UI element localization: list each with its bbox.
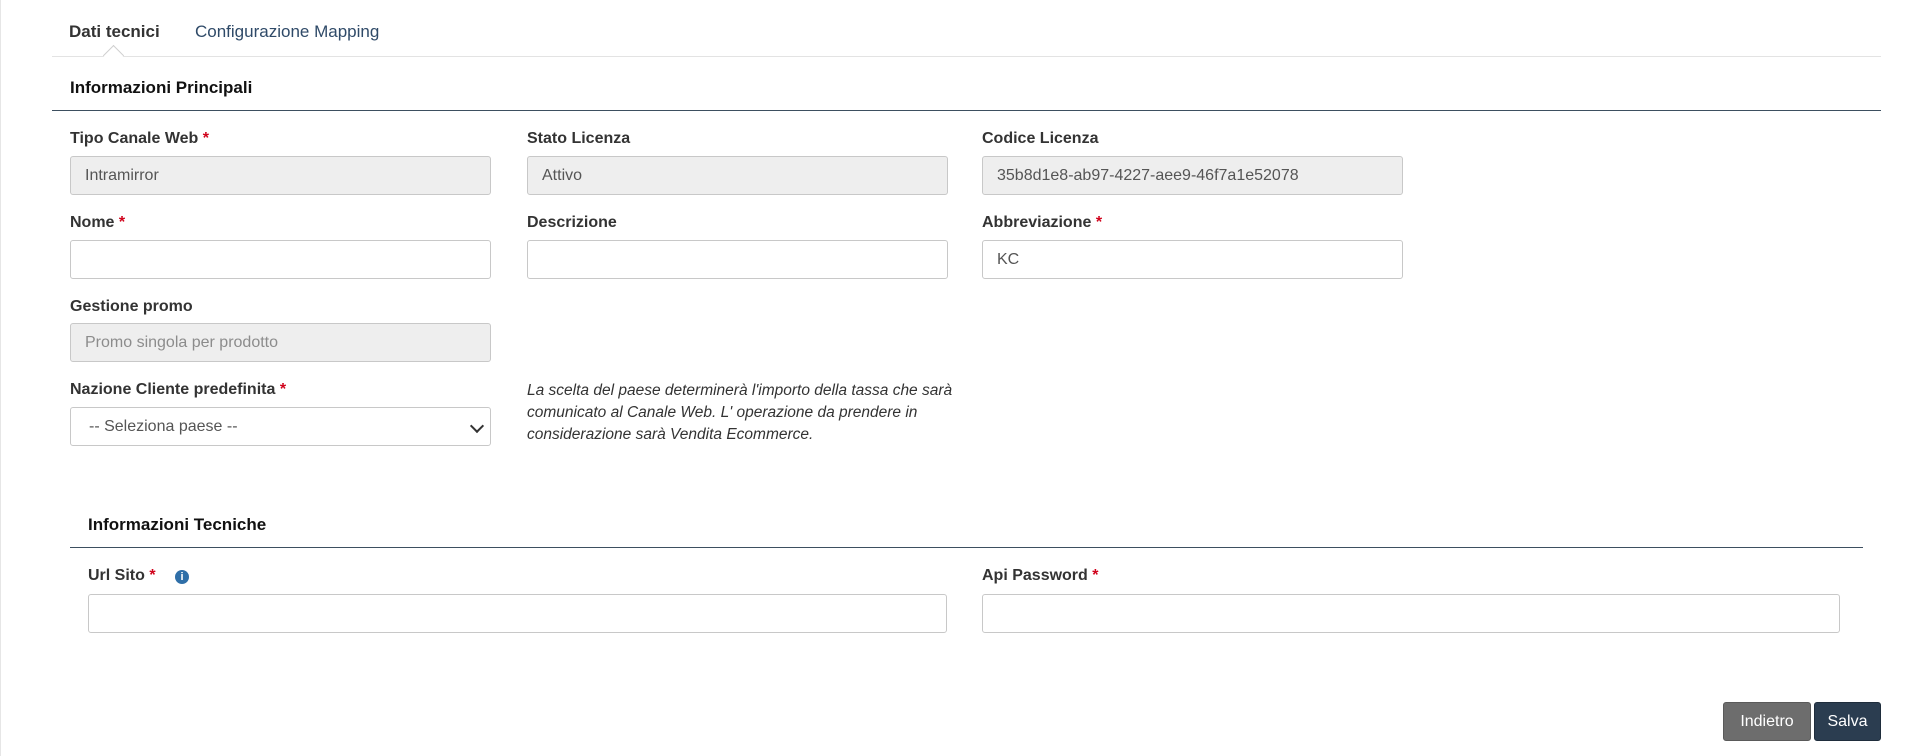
nazione-hint: La scelta del paese determinerà l'import… (527, 382, 953, 443)
api-password-input[interactable] (982, 594, 1840, 633)
save-button[interactable]: Salva (1814, 702, 1881, 741)
url-sito-input[interactable] (88, 594, 947, 633)
nazione-label: Nazione Cliente predefinita * (70, 381, 287, 398)
stato-licenza-label: Stato Licenza (527, 130, 631, 147)
tab-configurazione-mapping[interactable]: Configurazione Mapping (195, 20, 379, 44)
url-sito-label: Url Sito * (88, 567, 156, 584)
gestione-promo-label: Gestione promo (70, 298, 193, 315)
chevron-down-icon (469, 418, 485, 434)
abbreviazione-label: Abbreviazione * (982, 214, 1103, 231)
section-divider-tech (70, 547, 1863, 548)
required-marker: * (1092, 567, 1099, 584)
info-icon[interactable]: i (175, 570, 189, 584)
active-tab-indicator (102, 44, 125, 67)
section-divider-main (52, 110, 1881, 111)
abbreviazione-input[interactable] (982, 240, 1403, 279)
tipo-canale-label: Tipo Canale Web * (70, 130, 210, 147)
required-marker: * (279, 381, 287, 398)
stato-licenza-field[interactable]: Attivo (527, 156, 948, 195)
required-marker: * (1095, 214, 1103, 231)
back-button[interactable]: Indietro (1723, 702, 1811, 741)
nome-input[interactable] (70, 240, 491, 279)
nazione-select-value: -- Seleziona paese -- (89, 418, 238, 435)
gestione-promo-field[interactable]: Promo singola per prodotto (70, 323, 491, 362)
required-marker: * (149, 567, 156, 584)
section-title-tech: Informazioni Tecniche (88, 515, 267, 534)
tab-dati-tecnici[interactable]: Dati tecnici (69, 20, 160, 44)
codice-licenza-label: Codice Licenza (982, 130, 1099, 147)
descrizione-label: Descrizione (527, 214, 617, 231)
api-password-label: Api Password * (982, 567, 1099, 584)
nome-label: Nome * (70, 214, 126, 231)
descrizione-input[interactable] (527, 240, 948, 279)
section-title-main: Informazioni Principali (70, 78, 253, 97)
required-marker: * (202, 130, 210, 147)
codice-licenza-field[interactable]: 35b8d1e8-ab97-4227-aee9-46f7a1e52078 (982, 156, 1403, 195)
tab-bar: Dati tecnici Configurazione Mapping (52, 0, 1881, 67)
nazione-select[interactable]: -- Seleziona paese -- (70, 407, 491, 446)
tipo-canale-field[interactable]: Intramirror (70, 156, 491, 195)
required-marker: * (118, 214, 126, 231)
